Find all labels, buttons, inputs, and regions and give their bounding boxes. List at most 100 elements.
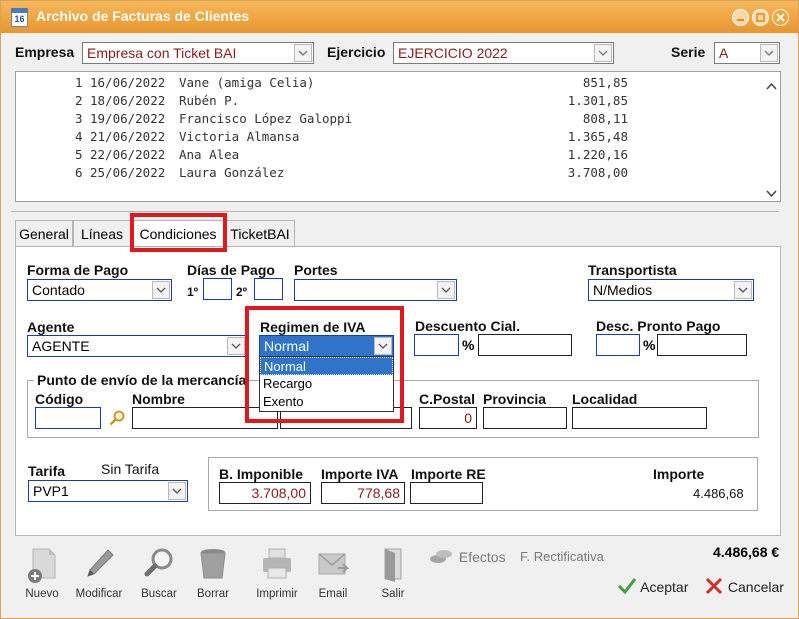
invoice-window: 16 Archivo de Facturas de Clientes Empre… [0,0,799,619]
salir-button[interactable]: Salir [363,546,423,600]
modificar-button[interactable]: Modificar [69,546,129,600]
chevron-down-icon[interactable] [294,44,312,62]
serie-label: Serie [671,44,706,60]
list-item[interactable]: 4 21/06/2022 Victoria Almansa 1.365,48 [16,129,756,147]
tab-lineas[interactable]: Líneas [73,220,131,246]
rectificativa-button[interactable]: F. Rectificativa [520,549,604,564]
cpostal-input[interactable]: 0 [419,407,477,429]
portes-label: Portes [294,262,338,278]
descuento-input[interactable] [414,334,459,356]
pencil-icon [87,549,114,577]
forma-pago-value: Contado [32,282,85,298]
tarifa-label: Tarifa [28,463,66,479]
invoice-amount: 1.301,85 [567,93,628,108]
chevron-up-icon[interactable] [766,78,777,90]
empresa-select[interactable]: Empresa con Ticket BAI [82,42,314,64]
chevron-down-icon[interactable] [168,482,186,500]
dia2-input[interactable] [254,278,283,300]
maximize-button[interactable] [752,9,769,26]
invoice-date: 21/06/2022 [90,129,166,144]
chevron-down-icon[interactable] [760,44,778,62]
cpostal-value: 0 [464,410,472,426]
portes-select[interactable] [294,279,457,301]
buscar-button[interactable]: Buscar [129,546,189,600]
minimize-icon [737,19,744,21]
invoice-number: 4 [75,129,83,144]
list-item[interactable]: 3 19/06/2022 Francisco López Galoppi 808… [16,111,756,129]
close-button[interactable] [772,9,789,26]
chevron-down-icon[interactable] [594,44,612,62]
tarifa-select[interactable]: PVP1 [28,480,188,502]
serie-select[interactable]: A [714,42,780,64]
chevron-down-icon[interactable] [152,281,170,299]
tab-label: Líneas [80,226,124,242]
aceptar-button[interactable]: Aceptar [617,577,688,595]
invoice-client: Victoria Almansa [179,129,300,144]
base-imponible-label: B. Imponible [219,466,303,482]
forma-pago-select[interactable]: Contado [27,279,172,301]
magnifier-icon [144,548,173,577]
maximize-icon [756,13,765,22]
chevron-down-icon[interactable] [766,186,777,198]
invoice-client: Francisco López Galoppi [179,111,353,126]
list-scrollbar[interactable] [763,72,780,201]
cross-icon [705,577,723,595]
nuevo-label: Nuevo [25,588,59,600]
efectos-button[interactable]: Efectos [429,547,506,565]
minimize-button[interactable] [732,9,749,26]
pronto-pago-input[interactable] [596,334,640,356]
empresa-value: Empresa con Ticket BAI [87,45,237,61]
transportista-select[interactable]: N/Medios [588,279,754,301]
provincia-input[interactable] [483,407,567,429]
percent-symbol: % [643,337,656,353]
localidad-input[interactable] [572,407,707,429]
codigo-input[interactable] [35,407,101,429]
list-item[interactable]: 5 22/06/2022 Ana Alea 1.220,16 [16,147,756,165]
agente-value: AGENTE [32,338,90,354]
chevron-down-icon[interactable] [734,281,752,299]
chevron-down-icon[interactable] [437,281,455,299]
efectos-label: Efectos [458,549,506,565]
modificar-label: Modificar [75,588,123,600]
invoice-date: 22/06/2022 [90,147,166,162]
cancelar-button[interactable]: Cancelar [704,577,784,595]
invoice-date: 18/06/2022 [90,93,166,108]
percent-symbol: % [462,337,475,353]
salir-label: Salir [381,588,405,600]
descuento-label: Descuento Cial. [415,318,521,334]
calendar-icon: 16 [11,8,28,27]
pronto-pago-amount[interactable] [657,334,747,356]
list-item[interactable]: 6 25/06/2022 Laura González 3.708,00 [16,165,756,183]
email-button[interactable]: Email [303,546,363,600]
borrar-button[interactable]: Borrar [183,546,243,600]
descuento-amount[interactable] [478,334,572,356]
dia1-input[interactable] [203,278,232,300]
ejercicio-value: EJERCICIO 2022 [398,45,508,61]
base-imponible-text: 3.708,00 [251,485,307,501]
invoice-date: 25/06/2022 [90,165,166,180]
title-bar[interactable]: 16 Archivo de Facturas de Clientes [1,1,798,33]
cpostal-label: C.Postal [419,391,476,407]
invoice-client: Laura González [179,165,285,180]
imprimir-button[interactable]: Imprimir [247,546,307,600]
email-label: Email [318,588,348,600]
search-icon[interactable] [108,409,126,430]
list-item[interactable]: 1 16/06/2022 Vane (amiga Celia) 851,85 [16,75,756,93]
tab-label: TicketBAI [230,226,290,242]
dia2-label: 2º [236,285,248,299]
check-icon [617,578,637,595]
list-item[interactable]: 2 18/06/2022 Rubén P. 1.301,85 [16,93,756,111]
invoice-amount: 1.220,16 [567,147,628,162]
agente-select[interactable]: AGENTE [27,335,247,357]
invoice-amount: 3.708,00 [567,165,628,180]
ejercicio-select[interactable]: EJERCICIO 2022 [393,42,614,64]
trash-icon [200,549,226,579]
nuevo-button[interactable]: Nuevo [12,546,72,600]
chevron-down-icon[interactable] [227,337,245,355]
tab-general[interactable]: General [15,220,73,246]
invoice-list[interactable]: 1 16/06/2022 Vane (amiga Celia) 851,85 2… [15,71,781,202]
invoice-amount: 851,85 [582,75,628,90]
divider [11,211,779,212]
tab-ticketbai[interactable]: TicketBAI [225,220,295,246]
dia1-label: 1º [187,285,199,299]
